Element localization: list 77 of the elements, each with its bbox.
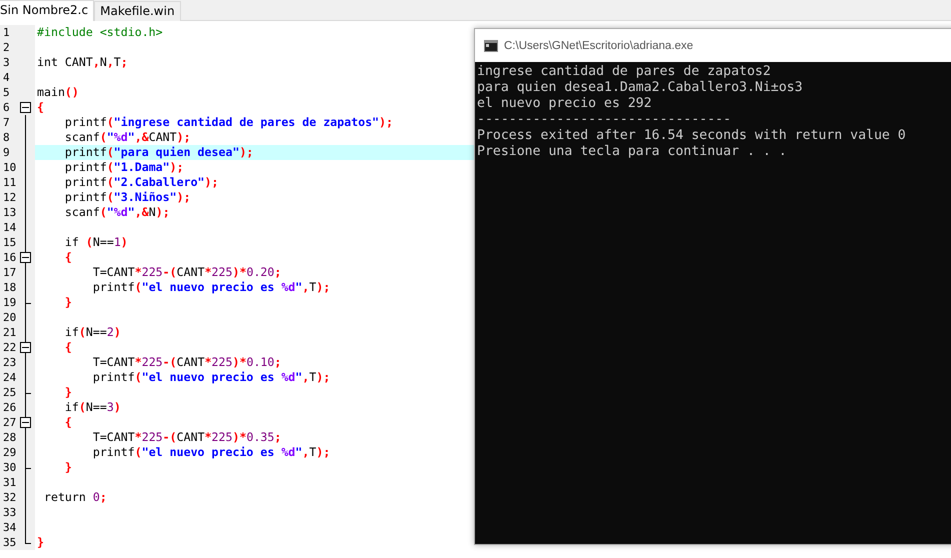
code-line: #include <stdio.h>	[37, 25, 163, 40]
line-number: 32	[2, 490, 17, 505]
line-number: 18	[2, 280, 17, 295]
line-number: 21	[2, 325, 17, 340]
console-output-line: para quien desea1.Dama2.Caballero3.Ni±os3	[477, 80, 803, 96]
line-number: 29	[2, 445, 17, 460]
line-number: 2	[2, 40, 11, 55]
code-line: {	[64, 415, 72, 430]
line-number: 9	[2, 145, 11, 160]
code-line: main()	[37, 85, 79, 100]
code-line: printf("el nuevo precio es %d",T);	[92, 280, 330, 295]
line-number: 31	[2, 475, 17, 490]
console-output-line: Presione una tecla para continuar . . .	[477, 144, 787, 160]
line-number: 14	[2, 220, 17, 235]
line-number: 22	[2, 340, 17, 355]
code-line: {	[64, 250, 72, 265]
file-tab[interactable]: Sin Nombre2.c	[0, 0, 94, 21]
code-line: printf("el nuevo precio es %d",T);	[92, 445, 330, 460]
code-line: printf("1.Dama");	[64, 160, 184, 175]
code-line: {	[64, 340, 72, 355]
line-number: 4	[2, 70, 11, 85]
collapse-icon[interactable]	[20, 252, 31, 263]
line-number: 16	[2, 250, 17, 265]
line-number: 35	[2, 535, 17, 550]
window-title: C:\Users\GNet\Escritorio\adriana.exe	[504, 40, 694, 52]
line-number: 27	[2, 415, 17, 430]
code-line: T=CANT*225-(CANT*225)*0.10;	[92, 355, 282, 370]
code-line: T=CANT*225-(CANT*225)*0.35;	[92, 430, 282, 445]
code-line: int CANT,N,T;	[37, 55, 128, 70]
console-output-line: --------------------------------	[477, 112, 732, 128]
code-line: if(N==2)	[64, 325, 121, 340]
code-line: if (N==1)	[64, 235, 128, 250]
line-number: 3	[2, 55, 11, 70]
console-output-line: Process exited after 16.54 seconds with return value 0	[477, 128, 906, 144]
line-number: 7	[2, 115, 11, 130]
code-line: }	[64, 295, 72, 310]
line-number: 34	[2, 520, 17, 535]
line-number: 5	[2, 85, 11, 100]
code-line: printf("para quien desea");	[64, 145, 254, 160]
code-line: {	[37, 100, 44, 115]
line-number: 10	[2, 160, 17, 175]
line-number: 8	[2, 130, 11, 145]
code-line: scanf("%d",&N);	[64, 205, 170, 220]
code-line: }	[64, 385, 72, 400]
line-number: 26	[2, 400, 17, 415]
line-number: 1	[2, 25, 11, 40]
line-number: 19	[2, 295, 17, 310]
collapse-icon[interactable]	[20, 342, 31, 353]
code-line: printf("el nuevo precio es %d",T);	[92, 370, 330, 385]
line-number: 17	[2, 265, 17, 280]
collapse-icon[interactable]	[20, 417, 31, 428]
code-line: scanf("%d",&CANT);	[64, 130, 191, 145]
code-line: }	[37, 535, 44, 550]
console-output-line: ingrese cantidad de pares de zapatos2	[477, 64, 771, 80]
code-line: printf("3.Niños");	[64, 190, 191, 205]
line-number: 25	[2, 385, 17, 400]
line-number: 23	[2, 355, 17, 370]
console-icon	[484, 40, 498, 52]
line-number: 11	[2, 175, 17, 190]
line-number: 28	[2, 430, 17, 445]
code-line: printf("2.Caballero");	[64, 175, 219, 190]
code-line: T=CANT*225-(CANT*225)*0.20;	[92, 265, 282, 280]
code-line: if(N==3)	[64, 400, 121, 415]
code-line: printf("ingrese cantidad de pares de zapatos");	[64, 115, 394, 130]
line-number: 30	[2, 460, 17, 475]
line-number: 20	[2, 310, 17, 325]
code-line: }	[64, 460, 72, 475]
line-number: 24	[2, 370, 17, 385]
line-number: 12	[2, 190, 17, 205]
line-number: 6	[2, 100, 11, 115]
console-output-line: el nuevo precio es 292	[477, 96, 652, 112]
line-number: 15	[2, 235, 17, 250]
line-number: 33	[2, 505, 17, 520]
line-number: 13	[2, 205, 17, 220]
collapse-icon[interactable]	[20, 102, 31, 113]
file-tab[interactable]: Makefile.win	[94, 1, 181, 22]
code-line: return 0;	[42, 490, 107, 505]
